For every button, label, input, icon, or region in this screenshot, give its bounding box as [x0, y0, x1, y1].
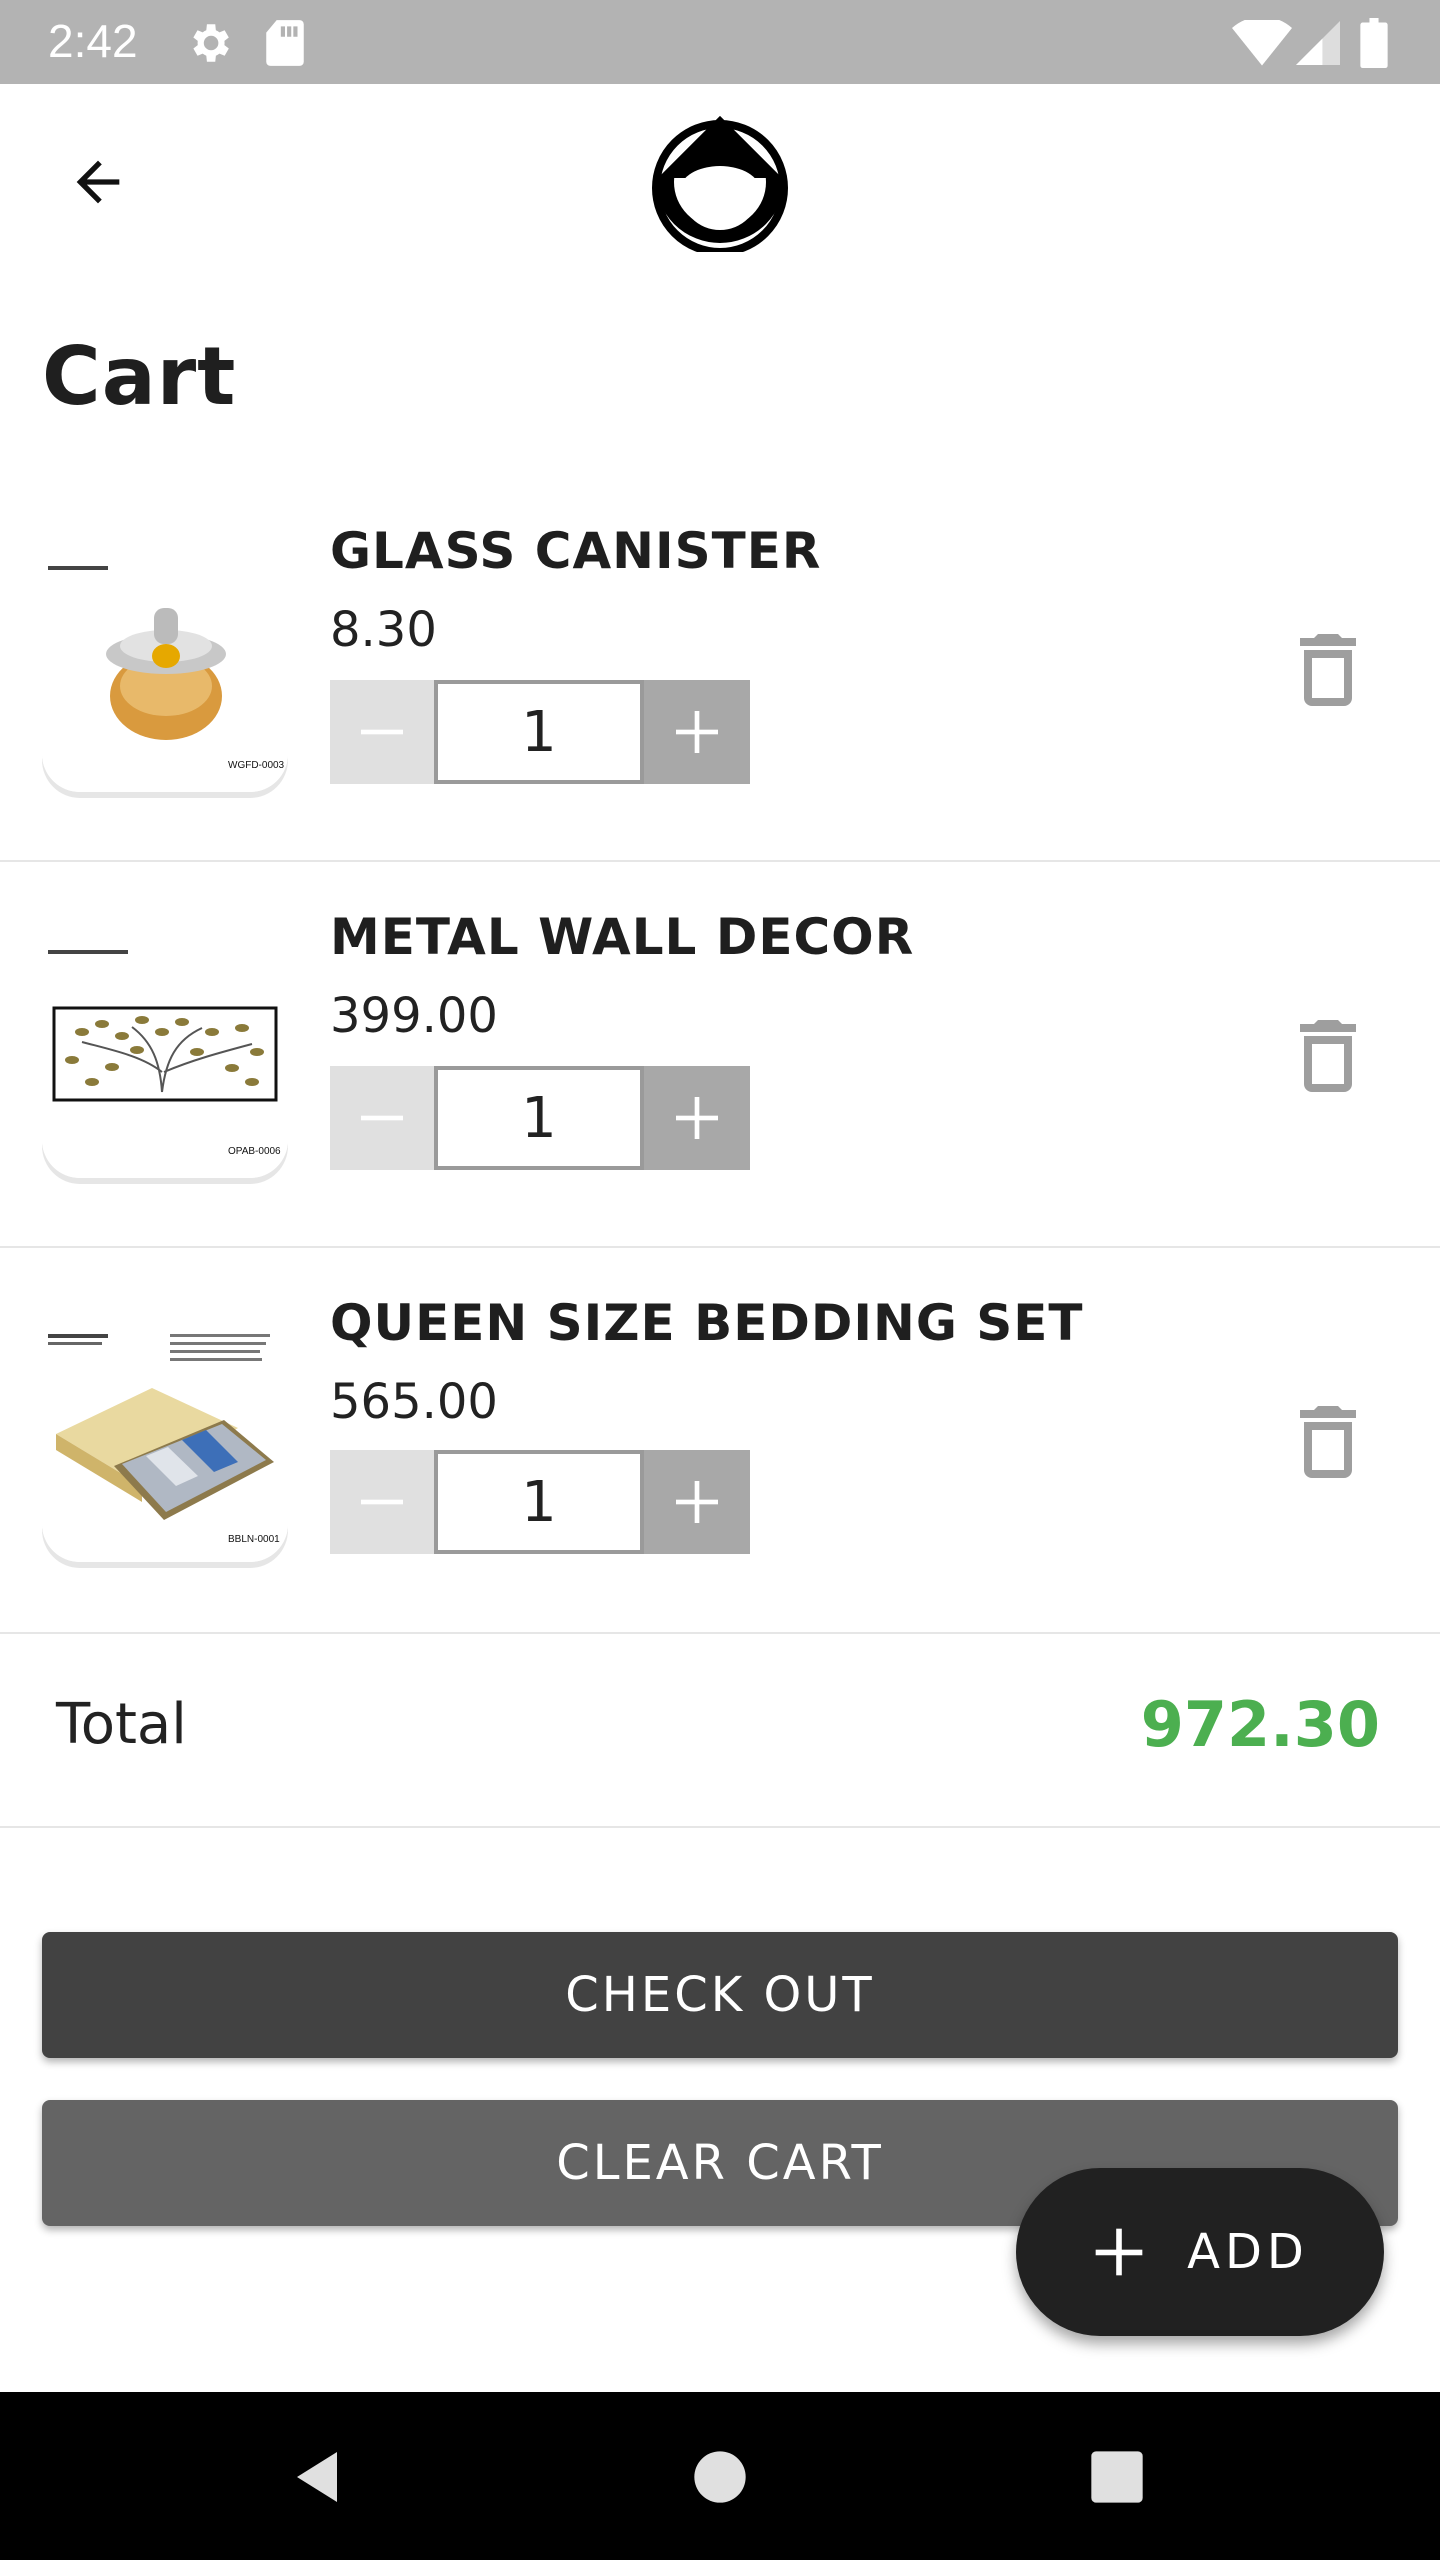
quantity-value[interactable]: 1	[434, 1450, 644, 1554]
quantity-stepper: 1	[330, 680, 750, 784]
signal-icon	[1296, 21, 1340, 65]
minus-icon	[361, 1499, 403, 1505]
fab-label: ADD	[1187, 2224, 1309, 2280]
page-title: Cart	[42, 330, 237, 423]
total-row: Total 972.30	[0, 1632, 1440, 1828]
battery-icon	[1360, 18, 1388, 68]
nav-recents-button[interactable]	[1072, 2432, 1162, 2522]
trash-icon	[1300, 1020, 1356, 1092]
system-nav-bar	[0, 2392, 1440, 2560]
checkout-button[interactable]: CHECK OUT	[42, 1932, 1398, 2058]
total-label: Total	[56, 1692, 187, 1757]
circle-home-icon	[694, 2451, 746, 2503]
item-name: GLASS CANISTER	[330, 522, 822, 580]
delete-item-button[interactable]	[1300, 1020, 1356, 1092]
total-value: 972.30	[1140, 1688, 1380, 1761]
glass-canister-image: WGFD-0003	[42, 546, 288, 792]
plus-icon	[676, 1097, 718, 1139]
sku-label: BBLN-0001	[228, 1534, 280, 1545]
minus-icon	[361, 1115, 403, 1121]
sku-label: OPAB-0006	[228, 1146, 281, 1157]
increment-button[interactable]	[644, 1450, 750, 1554]
trash-icon	[1300, 1406, 1356, 1478]
quantity-stepper: 1	[330, 1066, 750, 1170]
decrement-button[interactable]	[330, 1066, 434, 1170]
sd-card-icon	[266, 20, 304, 66]
increment-button[interactable]	[644, 1066, 750, 1170]
cart-item: WGFD-0003 GLASS CANISTER 8.30 1	[0, 474, 1440, 862]
increment-button[interactable]	[644, 680, 750, 784]
decrement-button[interactable]	[330, 680, 434, 784]
product-thumbnail[interactable]: BBLN-0001	[42, 1316, 288, 1562]
item-price: 8.30	[330, 602, 437, 658]
wifi-icon	[1232, 20, 1292, 66]
status-time: 2:42	[48, 15, 138, 67]
item-price: 399.00	[330, 988, 498, 1044]
plus-icon	[1095, 2228, 1143, 2276]
item-price: 565.00	[330, 1374, 498, 1430]
minus-icon	[361, 729, 403, 735]
metal-wall-decor-image: OPAB-0006	[42, 932, 288, 1178]
quantity-value[interactable]: 1	[434, 680, 644, 784]
quantity-value[interactable]: 1	[434, 1066, 644, 1170]
product-thumbnail[interactable]: WGFD-0003	[42, 546, 288, 792]
nav-home-button[interactable]	[675, 2432, 765, 2522]
cart-item: BBLN-0001 QUEEN SIZE BEDDING SET 565.00 …	[0, 1248, 1440, 1634]
app-logo	[650, 112, 790, 256]
square-recents-icon	[1091, 2451, 1143, 2503]
quantity-stepper: 1	[330, 1450, 750, 1554]
triangle-back-icon	[297, 2452, 337, 2502]
plus-icon	[676, 1481, 718, 1523]
arrow-left-icon	[76, 160, 120, 204]
bedding-set-image: BBLN-0001	[42, 1316, 288, 1562]
back-button[interactable]	[58, 142, 138, 222]
delete-item-button[interactable]	[1300, 1406, 1356, 1478]
decrement-button[interactable]	[330, 1450, 434, 1554]
product-thumbnail[interactable]: OPAB-0006	[42, 932, 288, 1178]
delete-item-button[interactable]	[1300, 634, 1356, 706]
nav-back-button[interactable]	[272, 2432, 362, 2522]
add-fab-button[interactable]: ADD	[1016, 2168, 1384, 2336]
trash-icon	[1300, 634, 1356, 706]
item-name: QUEEN SIZE BEDDING SET	[330, 1294, 1084, 1352]
item-name: METAL WALL DECOR	[330, 908, 915, 966]
status-bar: 2:42	[0, 0, 1440, 84]
cart-item: OPAB-0006 METAL WALL DECOR 399.00 1	[0, 862, 1440, 1248]
sku-label: WGFD-0003	[228, 760, 285, 771]
settings-icon	[193, 24, 229, 62]
plus-icon	[676, 711, 718, 753]
